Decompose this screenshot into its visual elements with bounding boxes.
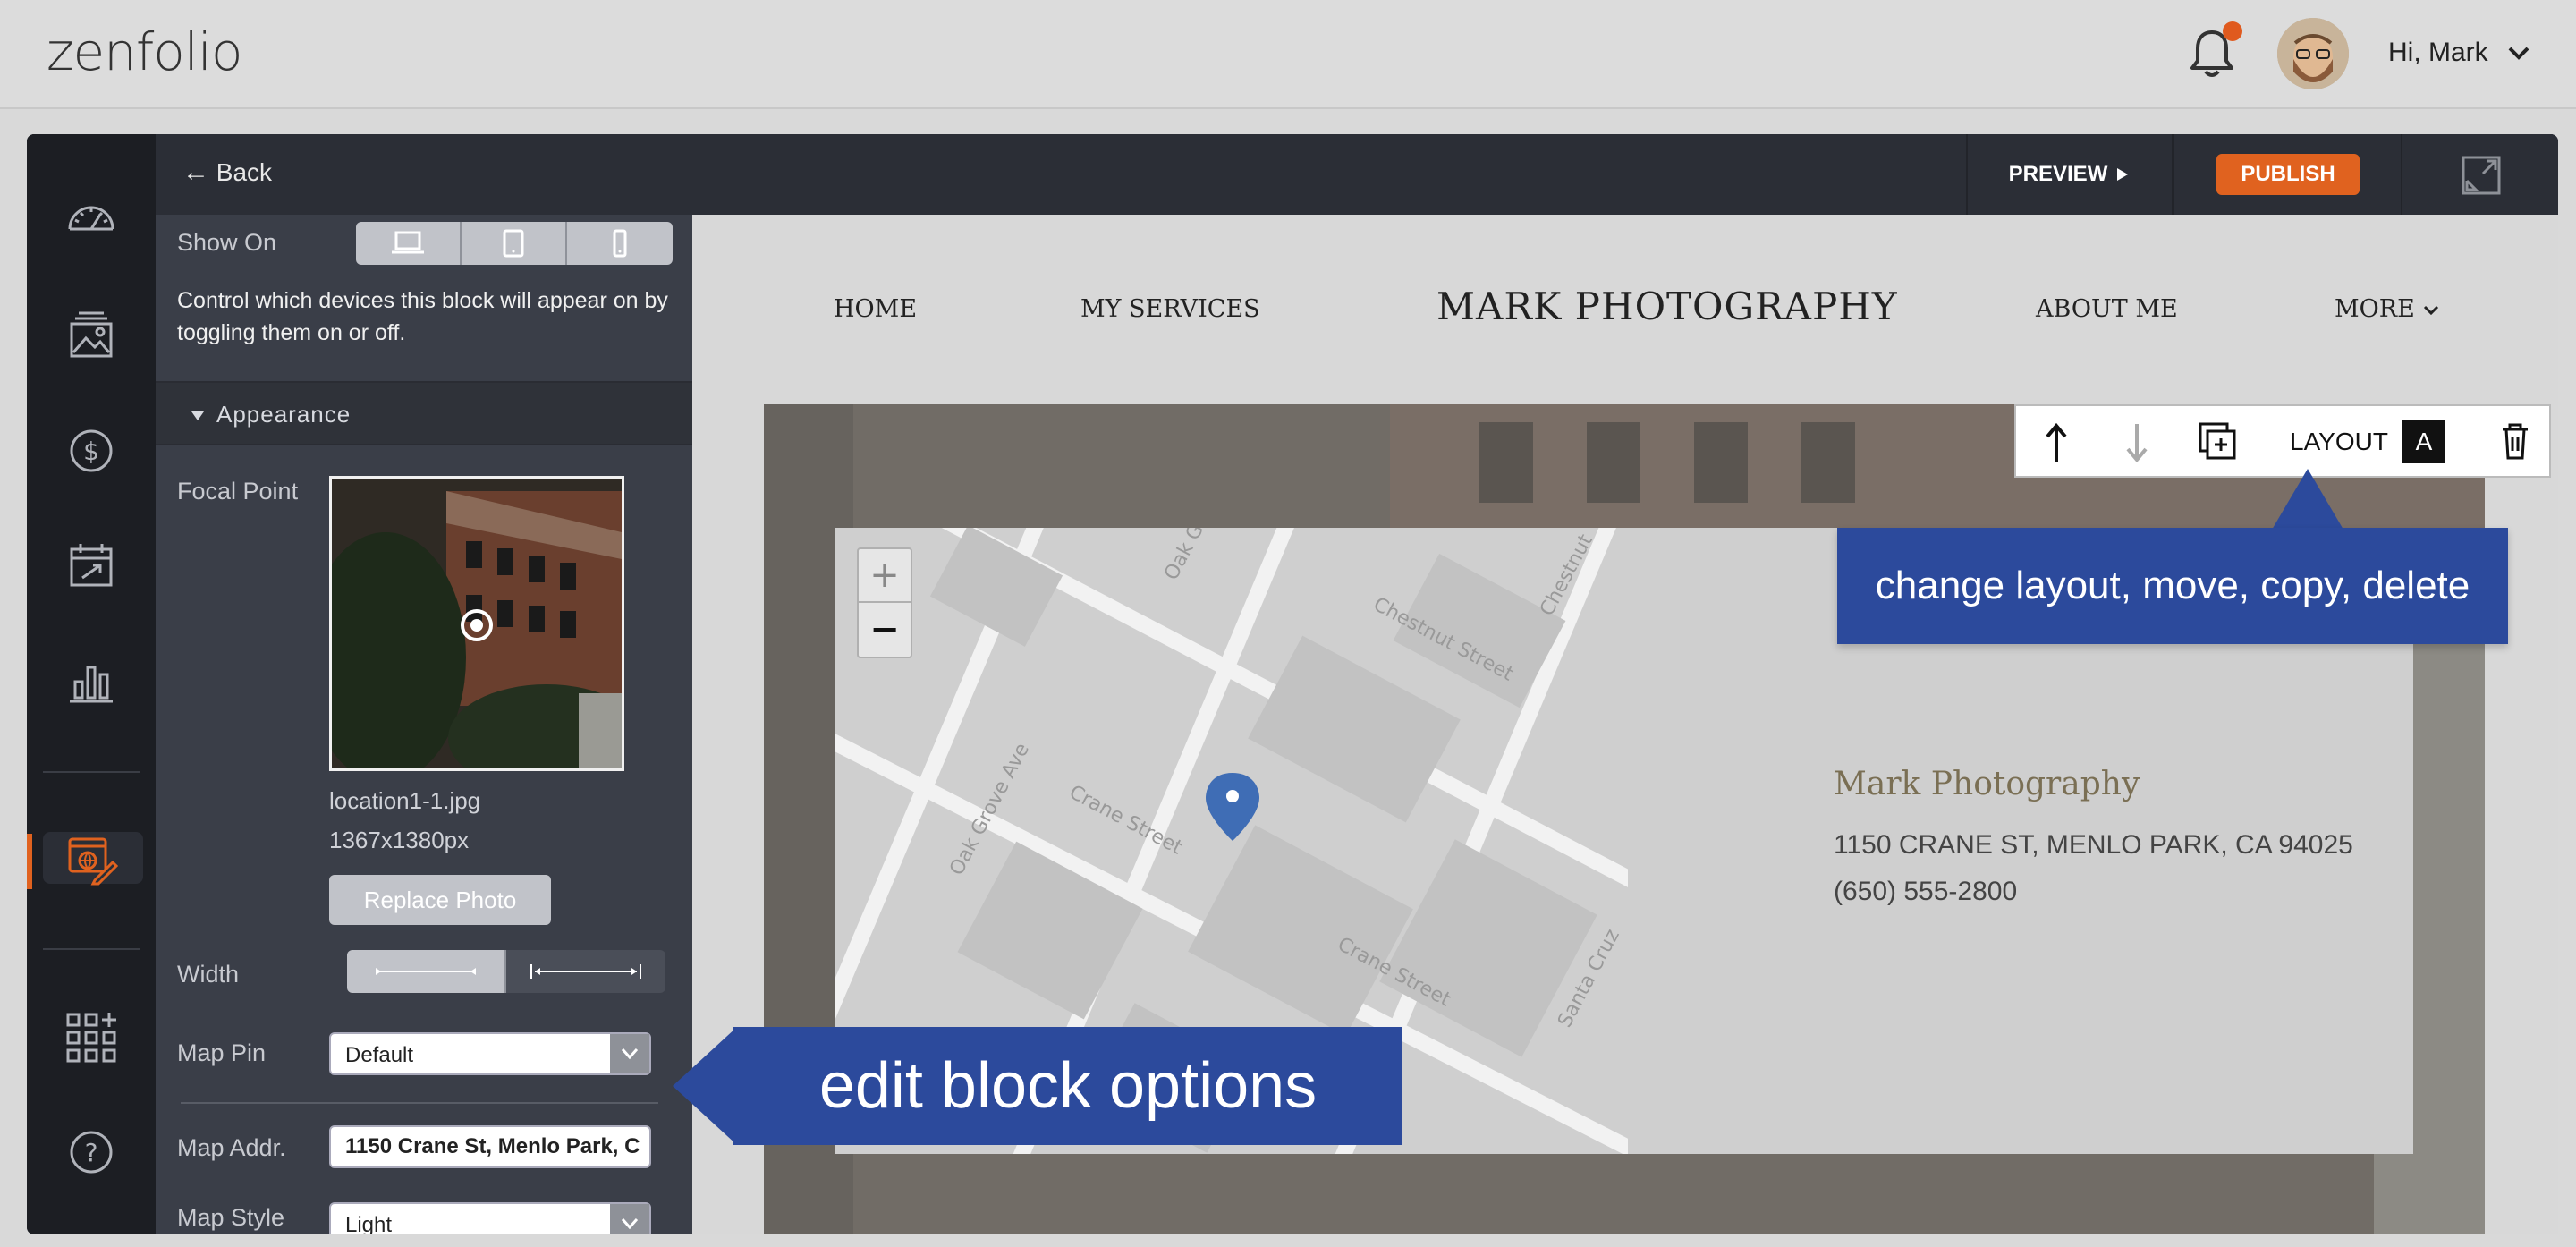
file-name: location1-1.jpg (329, 787, 481, 814)
map-style-select[interactable]: Light (329, 1202, 651, 1234)
expand-icon (2462, 156, 2501, 195)
dashboard-icon[interactable] (63, 193, 120, 250)
replace-photo-button[interactable]: Replace Photo (329, 875, 551, 925)
map-pin-label: Map Pin (177, 1039, 267, 1066)
dollar-icon[interactable]: $ (63, 422, 120, 479)
bar-chart-icon[interactable] (63, 651, 120, 708)
nav-home[interactable]: HOME (834, 295, 917, 323)
map-zoom-control: + − (857, 547, 912, 658)
appearance-section-header[interactable]: Appearance (156, 381, 692, 445)
width-narrow-icon (376, 968, 476, 975)
width-toggle-group (347, 950, 665, 993)
move-up-icon[interactable] (2043, 422, 2070, 463)
chevron-down-icon (2424, 305, 2439, 316)
publish-area: PUBLISH (2172, 134, 2401, 215)
file-dimensions: 1367x1380px (329, 827, 470, 853)
map-pin-value: Default (345, 1043, 414, 1067)
layout-variant-badge[interactable]: A (2402, 420, 2445, 463)
desktop-toggle[interactable] (356, 222, 462, 265)
map-pin-select[interactable]: Default (329, 1032, 651, 1075)
caret-down-icon (191, 411, 204, 420)
apps-grid-icon[interactable] (63, 1009, 120, 1066)
block-toolbar: LAYOUT A (2014, 404, 2551, 478)
panel-hint-callout: edit block options (733, 1027, 1402, 1145)
tablet-toggle[interactable] (462, 222, 567, 265)
panel-header: ← Back (156, 134, 692, 215)
fullscreen-button[interactable] (2401, 134, 2558, 215)
callout-pointer (673, 1027, 737, 1145)
chevron-down-icon[interactable] (2504, 41, 2533, 64)
arrow-left-icon: ← (182, 157, 209, 187)
chevron-down-icon (610, 1204, 649, 1234)
map-address-label: Map Addr. (177, 1134, 286, 1161)
rail-divider (43, 948, 140, 950)
tablet-icon (503, 229, 524, 258)
phone-icon (613, 229, 627, 258)
chevron-down-icon (610, 1034, 649, 1073)
svg-text:$: $ (83, 437, 99, 466)
avatar[interactable] (2277, 18, 2349, 89)
zoom-out-button[interactable]: − (859, 603, 911, 657)
laptop-icon (392, 231, 424, 254)
block-options-panel: ← Back Show On Control which devices thi… (156, 134, 692, 1234)
width-full-toggle[interactable] (506, 950, 665, 993)
calendar-icon[interactable] (63, 537, 120, 594)
website-editor-icon[interactable] (63, 830, 120, 887)
map-style-value: Light (345, 1213, 393, 1234)
zoom-in-button[interactable]: + (859, 549, 911, 603)
back-label: Back (216, 158, 273, 186)
show-on-help-text: Control which devices this block will ap… (177, 288, 668, 345)
preview-label: PREVIEW (2008, 162, 2108, 186)
width-full-icon (530, 964, 641, 979)
copy-block-icon[interactable] (2197, 420, 2238, 462)
map-address-input[interactable] (329, 1125, 651, 1168)
width-label: Width (177, 961, 240, 988)
nav-more-label: MORE (2334, 295, 2415, 323)
show-on-label: Show On (177, 229, 277, 256)
top-app-bar: zenfolio Hi, Mark (0, 0, 2576, 109)
toolbar-hint-callout: change layout, move, copy, delete (1837, 528, 2508, 644)
focal-point-label: Focal Point (177, 478, 299, 505)
zenfolio-logo[interactable]: zenfolio (47, 21, 243, 82)
mobile-toggle[interactable] (567, 222, 673, 265)
business-address: 1150 CRANE ST, MENLO PARK, CA 94025 (1834, 830, 2353, 860)
callout-pointer (2272, 469, 2343, 530)
play-icon (2117, 168, 2129, 181)
rail-divider (43, 771, 140, 773)
appearance-label: Appearance (216, 401, 352, 428)
move-down-icon[interactable] (2123, 422, 2150, 463)
user-greeting[interactable]: Hi, Mark (2388, 38, 2488, 68)
preview-button[interactable]: PREVIEW (1966, 134, 2172, 215)
gallery-icon[interactable] (63, 308, 120, 365)
panel-divider (181, 1102, 658, 1104)
nav-more[interactable]: MORE (2334, 295, 2440, 323)
map-style-label: Map Style (177, 1204, 285, 1231)
site-brand[interactable]: MARK PHOTOGRAPHY (1436, 284, 1898, 328)
nav-my-services[interactable]: MY SERVICES (1080, 295, 1260, 323)
device-toggle-group (356, 222, 673, 265)
svg-text:?: ? (85, 1138, 98, 1167)
icon-rail: $ ? (27, 134, 156, 1234)
publish-button[interactable]: PUBLISH (2216, 154, 2360, 195)
help-icon[interactable]: ? (63, 1124, 120, 1181)
layout-label[interactable]: LAYOUT (2290, 428, 2388, 456)
notification-dot (2223, 21, 2242, 41)
editor-toolbar: PREVIEW PUBLISH (692, 134, 2558, 215)
business-name: Mark Photography (1834, 766, 2140, 802)
business-phone: (650) 555-2800 (1834, 877, 2018, 906)
back-button[interactable]: ← Back (182, 157, 272, 188)
width-contained-toggle[interactable] (347, 950, 506, 993)
focal-point-image[interactable] (329, 476, 624, 771)
nav-about-me[interactable]: ABOUT ME (2036, 295, 2178, 323)
rail-active-marker (27, 834, 32, 889)
trash-icon[interactable] (2499, 422, 2531, 462)
